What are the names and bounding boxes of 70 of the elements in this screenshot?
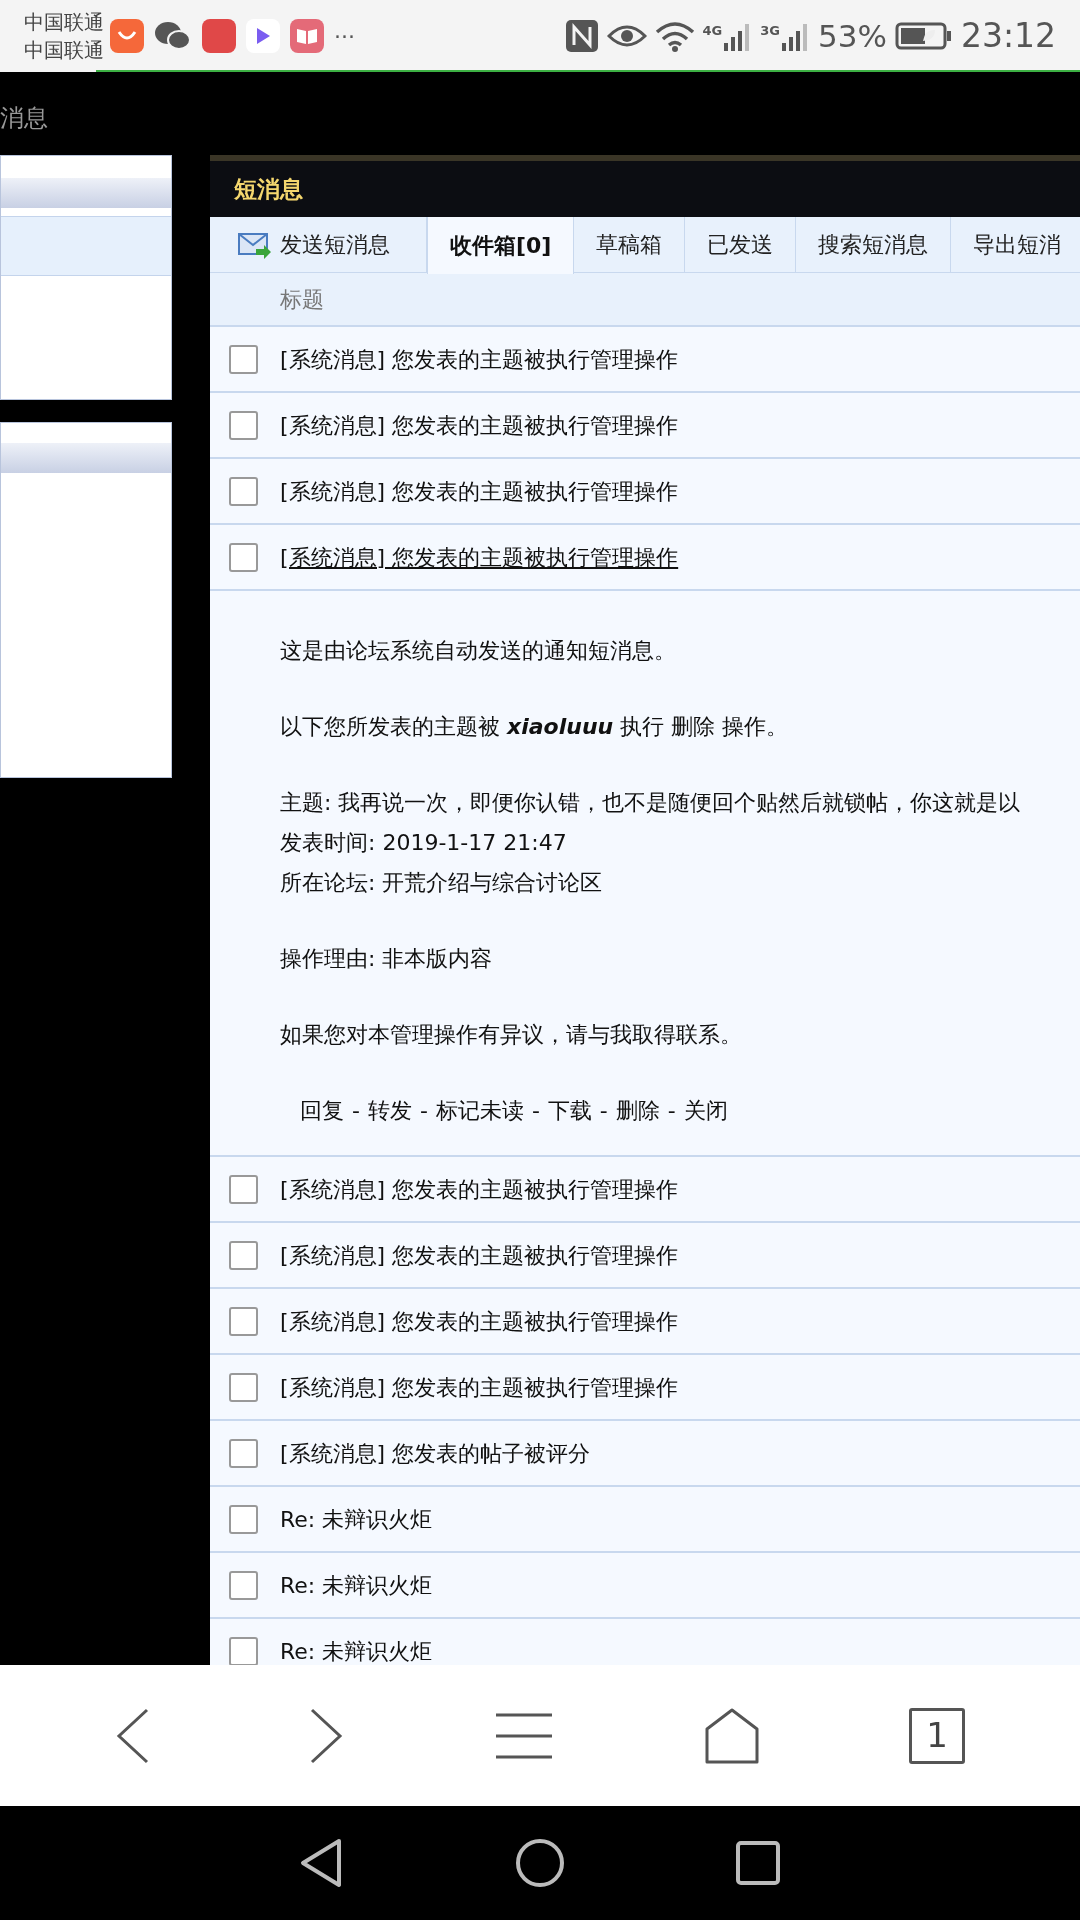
message-subject-link[interactable]: [系统消息] 您发表的主题被执行管理操作 xyxy=(280,1370,679,1404)
battery-icon xyxy=(894,21,953,51)
checkbox[interactable] xyxy=(229,344,258,374)
tab[interactable]: 已发送 xyxy=(685,217,797,272)
message-text: 以下您所发表的主题被 xiaoluuu 执行 删除 操作。 xyxy=(280,713,789,741)
carrier-name: 中国联通 xyxy=(24,9,104,36)
checkbox[interactable] xyxy=(229,1504,258,1534)
app-notification-icon xyxy=(202,19,236,53)
separator: - xyxy=(352,1097,360,1125)
panel-title: 短消息 xyxy=(234,174,303,204)
checkbox[interactable] xyxy=(229,1372,258,1402)
action-link[interactable]: 标记未读 xyxy=(435,1091,524,1131)
checkbox[interactable] xyxy=(229,476,258,506)
message-subject-link[interactable]: [系统消息] 您发表的主题被执行管理操作 xyxy=(280,1238,679,1272)
tab[interactable]: 发送短消息 xyxy=(210,217,427,272)
checkbox[interactable] xyxy=(229,410,258,440)
separator: - xyxy=(667,1097,676,1125)
separator: - xyxy=(531,1097,540,1125)
more-notifications: ··· xyxy=(334,22,355,51)
column-header: 标题 xyxy=(280,285,324,314)
message-text: 操作理由: 非本版内容 xyxy=(280,945,493,973)
carrier-name: 中国联通 xyxy=(24,37,104,64)
network-type: 4G xyxy=(702,22,723,40)
checkbox[interactable] xyxy=(229,1570,258,1600)
clock: 23:12 xyxy=(960,15,1056,58)
message-subject-link[interactable]: [系统消息] 您发表的主题被执行管理操作 xyxy=(280,408,679,442)
message-subject-link[interactable]: [系统消息] 您发表的帖子被评分 xyxy=(280,1436,591,1470)
action-link[interactable]: 回复 xyxy=(300,1091,344,1131)
app-notification-icon xyxy=(110,19,144,53)
message-text: 主题: 我再说一次，即便你认错，也不是随便回个贴然后就锁帖，你这就是以 xyxy=(280,789,1021,817)
play-app-icon xyxy=(246,19,280,53)
checkbox[interactable] xyxy=(229,1240,258,1270)
network-type: 3G xyxy=(760,22,780,40)
action-link[interactable]: 下载 xyxy=(547,1091,592,1131)
checkbox[interactable] xyxy=(229,1306,258,1336)
message-text: 如果您对本管理操作有异议，请与我取得联系。 xyxy=(280,1021,742,1049)
message-text: 所在论坛: 开荒介绍与综合讨论区 xyxy=(280,869,603,897)
wifi-icon xyxy=(654,20,695,52)
message-subject-link[interactable]: [系统消息] 您发表的主题被执行管理操作 xyxy=(280,342,679,376)
action-link[interactable]: 删除 xyxy=(615,1091,660,1131)
action-link[interactable]: 转发 xyxy=(367,1091,412,1131)
battery-percent: 53% xyxy=(818,16,887,56)
message-text: 发表时间: 2019-1-17 21:47 xyxy=(280,829,567,857)
checkbox[interactable] xyxy=(229,1636,258,1665)
home-icon[interactable] xyxy=(515,1838,565,1888)
message-subject-link[interactable]: Re: 未辩识火炬 xyxy=(280,1502,433,1536)
message-text: 这是由论坛系统自动发送的通知短消息。 xyxy=(280,637,676,665)
message-subject-link[interactable]: [系统消息] 您发表的主题被执行管理操作 xyxy=(280,1304,679,1338)
separator: - xyxy=(419,1097,428,1125)
tab[interactable]: 导出短消 xyxy=(951,217,1080,272)
checkbox[interactable] xyxy=(229,1174,258,1204)
signal-icon xyxy=(780,21,810,51)
message-subject-link[interactable]: [系统消息] 您发表的主题被执行管理操作 xyxy=(280,1172,679,1206)
nfc-icon xyxy=(564,19,599,53)
tab-count-button[interactable]: 1 xyxy=(909,1707,966,1764)
book-app-icon xyxy=(290,19,324,53)
message-subject-link[interactable]: Re: 未辩识火炬 xyxy=(280,1568,433,1602)
home-icon[interactable] xyxy=(703,1706,760,1765)
action-link[interactable]: 关闭 xyxy=(683,1091,728,1131)
checkbox[interactable] xyxy=(229,542,258,572)
separator: - xyxy=(599,1097,608,1125)
message-subject-link[interactable]: Re: 未辩识火炬 xyxy=(280,1634,433,1665)
checkbox[interactable] xyxy=(229,1438,258,1468)
tab[interactable]: 收件箱[0] xyxy=(427,217,575,274)
page-title: 消息 xyxy=(0,103,48,134)
tab[interactable]: 草稿箱 xyxy=(574,217,686,272)
tab[interactable]: 搜索短消息 xyxy=(796,217,952,272)
recents-icon[interactable] xyxy=(735,1840,781,1886)
message-subject-link[interactable]: [系统消息] 您发表的主题被执行管理操作 xyxy=(280,474,679,508)
message-subject-link[interactable]: [系统消息] 您发表的主题被执行管理操作 xyxy=(280,540,679,574)
